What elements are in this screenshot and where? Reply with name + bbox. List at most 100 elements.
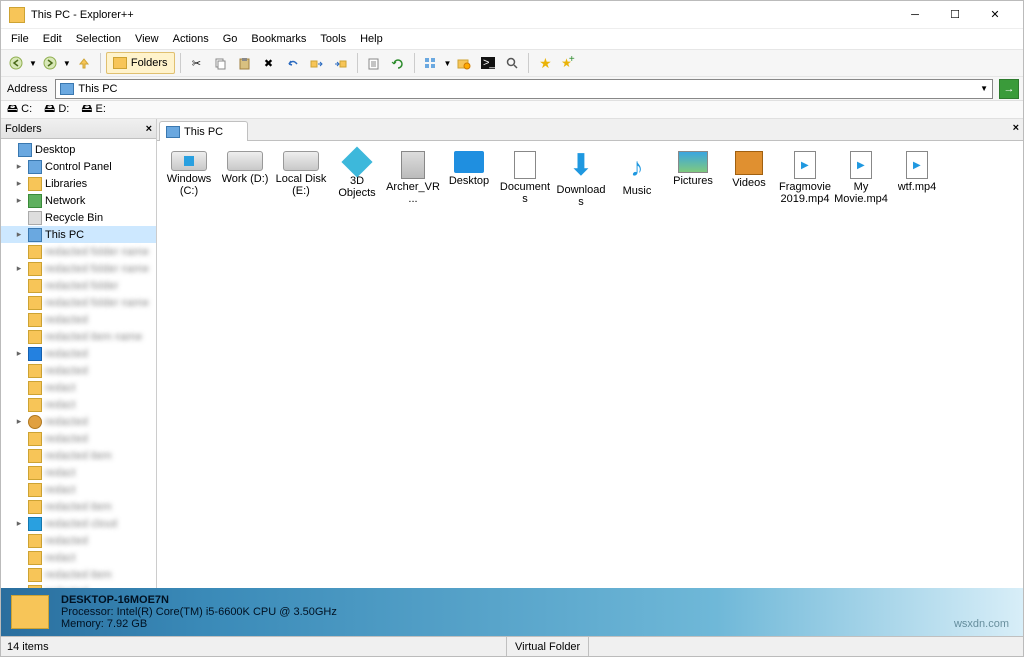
file-item[interactable]: 3D Objects [329, 149, 385, 209]
pc-icon [60, 83, 74, 95]
search-button[interactable] [501, 52, 523, 74]
tree-libraries[interactable]: ▸Libraries [1, 175, 156, 192]
copy-button[interactable] [210, 52, 232, 74]
file-icon: ♪ [621, 151, 653, 183]
file-label: Videos [732, 177, 765, 189]
maximize-button[interactable]: ☐ [935, 2, 975, 28]
tree-item[interactable]: redacted [1, 532, 156, 549]
address-field[interactable]: This PC ▼ [55, 79, 993, 99]
refresh-button[interactable] [387, 52, 409, 74]
back-dropdown-icon[interactable]: ▼ [29, 59, 37, 68]
minimize-button[interactable]: ─ [895, 2, 935, 28]
menu-go[interactable]: Go [217, 31, 244, 47]
tree-dropbox[interactable]: ▸redacted [1, 345, 156, 362]
file-item[interactable]: Fragmovie 2019.mp4 [777, 149, 833, 209]
drive-c[interactable]: 🖴 C: [7, 100, 32, 119]
file-label: Pictures [673, 175, 713, 187]
menu-edit[interactable]: Edit [37, 31, 68, 47]
terminal-button[interactable]: >_ [477, 52, 499, 74]
file-icon [171, 151, 207, 171]
tree-item[interactable]: redact [1, 396, 156, 413]
tree-control-panel[interactable]: ▸Control Panel [1, 158, 156, 175]
tree-item[interactable]: redacted item name [1, 328, 156, 345]
tree-network[interactable]: ▸Network [1, 192, 156, 209]
tree-item[interactable]: redact [1, 481, 156, 498]
forward-button[interactable] [39, 52, 61, 74]
drive-d[interactable]: 🖴 D: [44, 100, 69, 119]
tree-item[interactable]: redacted folder name [1, 294, 156, 311]
tree-item[interactable]: ▸redacted folder name [1, 260, 156, 277]
file-item[interactable]: ⬇Downloads [553, 149, 609, 209]
cut-button[interactable]: ✂ [186, 52, 208, 74]
file-item[interactable]: Windows (C:) [161, 149, 217, 209]
file-item[interactable]: Archer_VR... [385, 149, 441, 209]
menu-file[interactable]: File [5, 31, 35, 47]
properties-button[interactable] [363, 52, 385, 74]
menu-selection[interactable]: Selection [70, 31, 127, 47]
tree-recycle-bin[interactable]: Recycle Bin [1, 209, 156, 226]
undo-button[interactable] [282, 52, 304, 74]
file-item[interactable]: My Movie.mp4 [833, 149, 889, 209]
tree-item[interactable]: redacted [1, 311, 156, 328]
tree-item[interactable]: redact [1, 464, 156, 481]
tab-this-pc[interactable]: This PC [159, 121, 248, 141]
folders-toggle[interactable]: Folders [106, 52, 175, 74]
move-to-button[interactable] [330, 52, 352, 74]
file-item[interactable]: Local Disk (E:) [273, 149, 329, 209]
file-item[interactable]: Desktop [441, 149, 497, 209]
bookmark-button[interactable]: ★ [534, 52, 556, 74]
tab-close-icon[interactable]: × [1013, 122, 1019, 134]
delete-button[interactable]: ✖ [258, 52, 280, 74]
tree-item[interactable]: redacted item [1, 498, 156, 515]
file-item[interactable]: Videos [721, 149, 777, 209]
file-label: Local Disk (E:) [274, 173, 328, 197]
tree-item[interactable]: redacted item [1, 566, 156, 583]
drive-e[interactable]: 🖴 E: [81, 100, 106, 119]
tree-item[interactable]: redacted [1, 362, 156, 379]
menu-help[interactable]: Help [354, 31, 389, 47]
go-button[interactable]: → [999, 79, 1019, 99]
address-dropdown-icon[interactable]: ▼ [980, 84, 988, 93]
tree-item[interactable]: redacted folder [1, 277, 156, 294]
tree-item[interactable]: redacted item [1, 447, 156, 464]
views-button[interactable] [420, 52, 442, 74]
folder-tree[interactable]: Desktop ▸Control Panel ▸Libraries ▸Netwo… [1, 139, 156, 588]
folders-pane-header: Folders × [1, 119, 156, 139]
file-item[interactable]: Work (D:) [217, 149, 273, 209]
menu-actions[interactable]: Actions [167, 31, 215, 47]
tree-desktop[interactable]: Desktop [1, 141, 156, 158]
up-button[interactable] [73, 52, 95, 74]
add-bookmark-button[interactable]: ★+ [558, 52, 580, 74]
folders-pane-close[interactable]: × [146, 123, 152, 135]
tree-item[interactable]: redacted folder name [1, 243, 156, 260]
tree-item[interactable]: redact [1, 379, 156, 396]
file-item[interactable]: wtf.mp4 [889, 149, 945, 209]
file-icon [341, 146, 372, 177]
tree-onedrive[interactable]: ▸redacted cloud [1, 515, 156, 532]
tabbar: This PC × [157, 119, 1023, 141]
tree-item[interactable]: redacted [1, 430, 156, 447]
menu-bookmarks[interactable]: Bookmarks [245, 31, 312, 47]
menu-tools[interactable]: Tools [314, 31, 352, 47]
views-dropdown-icon[interactable]: ▼ [444, 59, 452, 68]
status-type: Virtual Folder [507, 637, 589, 656]
tree-user[interactable]: ▸redacted [1, 413, 156, 430]
forward-dropdown-icon[interactable]: ▼ [63, 59, 71, 68]
file-label: Documents [498, 181, 552, 205]
pc-icon [166, 126, 180, 138]
file-item[interactable]: Documents [497, 149, 553, 209]
close-button[interactable]: ✕ [975, 2, 1015, 28]
tree-item[interactable]: redact [1, 549, 156, 566]
paste-button[interactable] [234, 52, 256, 74]
file-list[interactable]: Windows (C:)Work (D:)Local Disk (E:)3D O… [157, 141, 1023, 588]
file-icon [514, 151, 536, 179]
new-folder-button[interactable] [453, 52, 475, 74]
file-item[interactable]: ♪Music [609, 149, 665, 209]
file-item[interactable]: Pictures [665, 149, 721, 209]
tree-this-pc[interactable]: ▸This PC [1, 226, 156, 243]
file-icon [454, 151, 484, 173]
menu-view[interactable]: View [129, 31, 165, 47]
back-button[interactable] [5, 52, 27, 74]
computer-name: DESKTOP-16MOE7N [61, 594, 337, 606]
copy-to-button[interactable] [306, 52, 328, 74]
